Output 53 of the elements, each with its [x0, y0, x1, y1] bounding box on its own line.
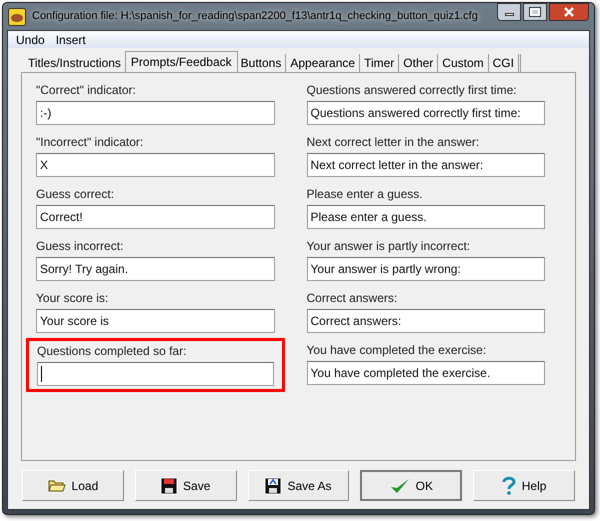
field-label: "Incorrect" indicator: — [36, 135, 144, 150]
text-cursor — [41, 366, 42, 382]
field-label: Guess incorrect: — [36, 239, 124, 254]
field-value: Your answer is partly wrong: — [310, 261, 461, 278]
window-title: Configuration file: H:\spanish_for_reading\span2200_f13\antr1q_checking_button_quiz1.cfg — [32, 9, 478, 24]
menu-item[interactable]: Insert — [56, 30, 86, 48]
menu-item[interactable]: Undo — [16, 30, 45, 48]
field-value: X — [40, 157, 48, 174]
field-value: Please enter a guess. — [310, 209, 427, 226]
field-label: "Correct" indicator: — [36, 83, 137, 98]
field-label: Questions answered correctly first time: — [306, 83, 518, 98]
text-field[interactable]: You have completed the exercise. — [306, 361, 545, 385]
text-field[interactable]: Correct answers: — [306, 309, 545, 333]
checkmark-icon — [390, 476, 410, 494]
close-button[interactable] — [549, 3, 589, 21]
field-label: Your score is: — [36, 291, 110, 306]
text-field[interactable]: :-) — [36, 101, 274, 125]
dialog-button[interactable]: OK — [360, 470, 462, 501]
question-mark-icon — [502, 476, 516, 495]
field-label: Correct answers: — [306, 291, 398, 306]
dialog-button[interactable]: Save As — [248, 470, 350, 501]
app-icon — [8, 8, 26, 26]
text-field[interactable]: Questions answered correctly first time: — [306, 101, 545, 125]
maximize-button[interactable] — [523, 3, 547, 21]
field-value: :-) — [40, 105, 52, 122]
field-label: Please enter a guess. — [306, 187, 424, 202]
field-label: Questions completed so far: — [37, 344, 188, 359]
field-value: You have completed the exercise. — [310, 365, 490, 382]
field-label: Your answer is partly incorrect: — [306, 239, 472, 254]
field-value: Your score is — [40, 313, 109, 330]
text-field[interactable]: X — [36, 153, 274, 177]
field-label: Next correct letter in the answer: — [306, 135, 480, 150]
text-field[interactable]: Sorry! Try again. — [36, 257, 274, 281]
field-label: You have completed the exercise: — [306, 343, 488, 358]
text-field[interactable]: Your answer is partly wrong: — [306, 257, 545, 281]
text-field[interactable] — [37, 362, 274, 386]
folder-icon — [48, 478, 66, 492]
field-value: Sorry! Try again. — [40, 261, 128, 278]
tab[interactable]: Prompts/Feedback — [124, 51, 238, 72]
dialog-button[interactable]: Save — [134, 470, 237, 501]
close-icon — [564, 7, 574, 17]
field-value: Correct! — [40, 209, 83, 226]
minimize-button[interactable] — [497, 3, 521, 21]
field-value: Next correct letter in the answer: — [310, 157, 484, 174]
dialog-button[interactable]: Help — [473, 470, 575, 501]
dialog-button[interactable]: Load — [22, 470, 124, 501]
text-field[interactable]: Next correct letter in the answer: — [306, 153, 545, 177]
text-field[interactable]: Correct! — [36, 205, 274, 229]
text-field[interactable]: Please enter a guess. — [306, 205, 545, 229]
text-field[interactable]: Your score is — [36, 309, 274, 333]
field-label: Guess correct: — [36, 187, 116, 202]
field-value: Questions answered correctly first time: — [310, 105, 521, 122]
field-value: Correct answers: — [310, 313, 402, 330]
